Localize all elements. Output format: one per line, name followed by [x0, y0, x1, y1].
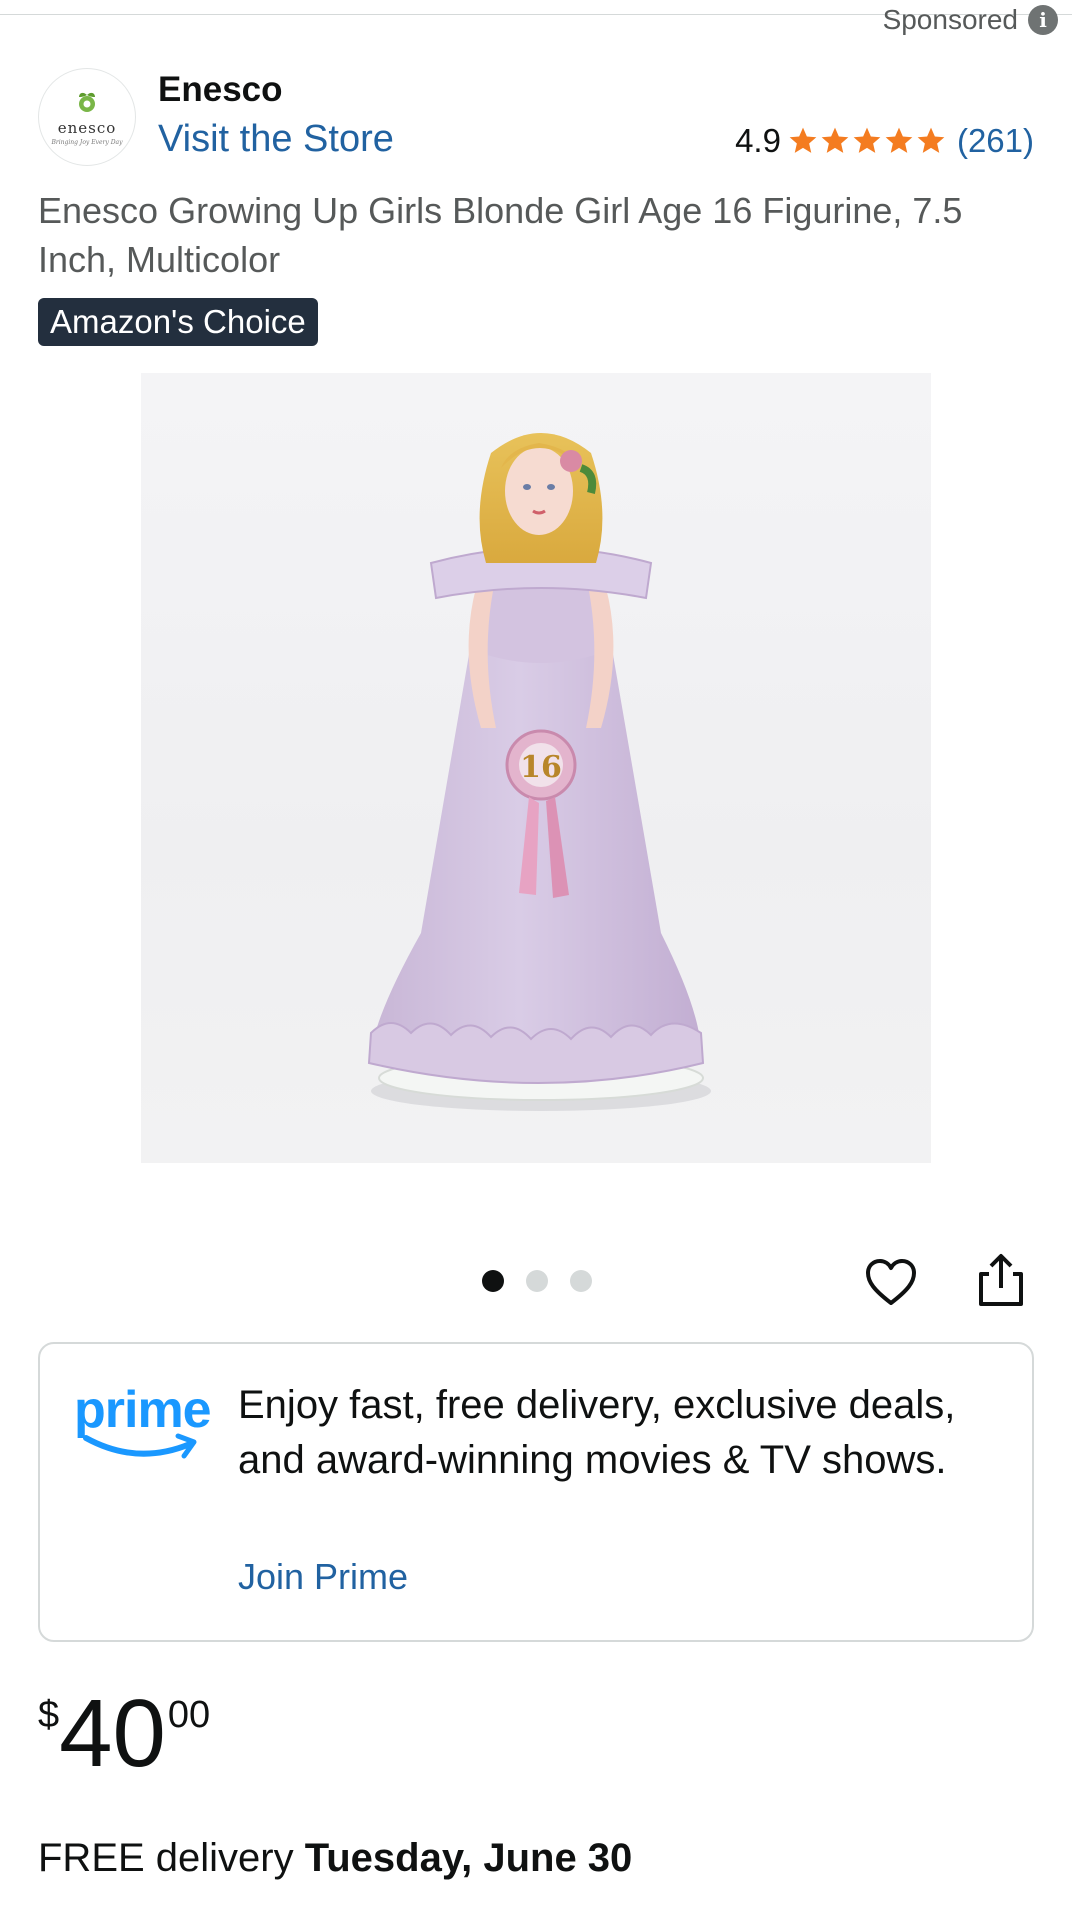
heart-icon[interactable]	[864, 1256, 918, 1310]
rating-count-link[interactable]: (261)	[957, 122, 1034, 160]
product-page: Sponsored i enesco Bringing Joy Every Da…	[0, 0, 1072, 1920]
star-icon	[789, 127, 817, 153]
prime-promo[interactable]: prime Enjoy fast, free delivery, exclusi…	[38, 1342, 1034, 1642]
brand-logo[interactable]: enesco Bringing Joy Every Day	[38, 68, 136, 166]
brand-name: Enesco	[158, 70, 283, 109]
price-whole: 40	[59, 1680, 166, 1787]
carousel-dot[interactable]	[570, 1270, 592, 1292]
visit-store-link[interactable]: Visit the Store	[158, 118, 394, 161]
rating-value: 4.9	[735, 122, 781, 159]
star-icon	[853, 127, 881, 153]
info-icon[interactable]: i	[1028, 5, 1058, 35]
star-icon	[885, 127, 913, 153]
carousel-dot[interactable]	[482, 1270, 504, 1292]
leaf-icon	[79, 92, 95, 112]
star-icon	[917, 127, 945, 153]
product-title: Enesco Growing Up Girls Blonde Girl Age …	[38, 190, 963, 280]
price-fraction: 00	[167, 1694, 211, 1736]
sponsored-text: Sponsored	[882, 4, 1018, 35]
price: $ 40 00	[38, 1686, 210, 1782]
delivery-date: Tuesday, June 30	[304, 1836, 633, 1880]
price-symbol: $	[38, 1694, 60, 1736]
share-icon[interactable]	[976, 1252, 1026, 1308]
prime-logo: prime	[74, 1380, 214, 1470]
carousel-dot[interactable]	[526, 1270, 548, 1292]
star-rating	[787, 125, 947, 157]
prime-wordmark: prime	[74, 1381, 212, 1439]
delivery-prefix: FREE delivery	[38, 1836, 294, 1880]
sponsored-label[interactable]: Sponsored i	[883, 4, 1058, 36]
prime-message: Enjoy fast, free delivery, exclusive dea…	[238, 1383, 956, 1482]
rating-summary[interactable]: 4.9 (261)	[735, 122, 1034, 160]
star-icon	[821, 127, 849, 153]
join-prime-link[interactable]: Join Prime	[238, 1556, 408, 1598]
product-image[interactable]: 16	[141, 373, 931, 1163]
figurine-illustration: 16	[367, 433, 711, 1111]
figurine-number: 16	[520, 750, 562, 785]
logo-tagline: Bringing Joy Every Day	[51, 138, 123, 146]
image-carousel-indicator[interactable]	[482, 1270, 592, 1292]
logo-wordmark: enesco	[57, 118, 117, 137]
amazons-choice-badge[interactable]: Amazon's Choice	[38, 298, 318, 346]
prime-smile-icon	[83, 1433, 197, 1459]
delivery-info: FREE delivery Tuesday, June 30	[38, 1836, 632, 1881]
